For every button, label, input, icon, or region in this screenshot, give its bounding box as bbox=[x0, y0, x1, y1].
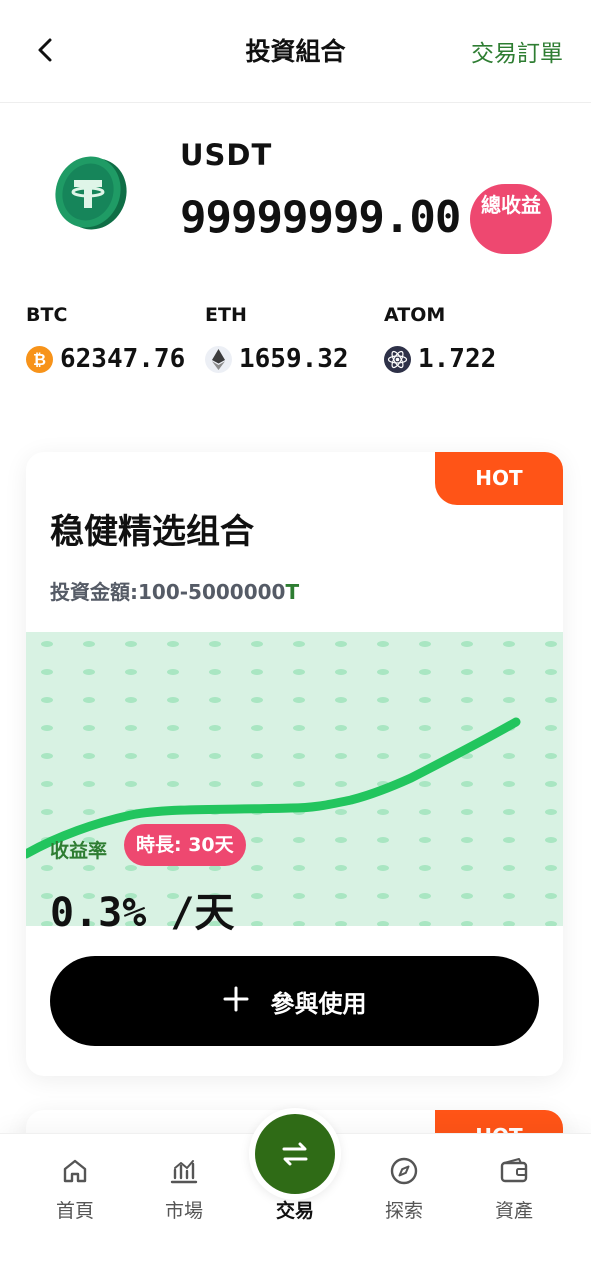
total-profit-button[interactable]: 總收益 bbox=[470, 184, 552, 254]
cosmos-icon bbox=[384, 345, 411, 373]
balance-currency: USDT bbox=[180, 138, 273, 172]
amount-unit: T bbox=[285, 580, 300, 604]
ticker-atom: ATOM 1.722 bbox=[384, 304, 496, 374]
amount-label: 投資金額: bbox=[50, 580, 138, 604]
plus-icon bbox=[223, 983, 249, 1019]
plan-name: 稳健精选组合 bbox=[50, 512, 254, 552]
nav-item-explore[interactable]: 探索 bbox=[364, 1156, 444, 1223]
orders-link[interactable]: 交易訂單 bbox=[471, 34, 563, 68]
ticker-price: 62347.76 bbox=[60, 344, 186, 374]
nav-label: 交易 bbox=[275, 1200, 314, 1222]
trade-button[interactable] bbox=[249, 1108, 341, 1200]
tether-coin-icon bbox=[48, 150, 132, 234]
amount-range: 100-5000000 bbox=[138, 580, 286, 604]
svg-text:₿: ₿ bbox=[33, 350, 46, 369]
ticker-price: 1.722 bbox=[418, 344, 497, 374]
market-chart-icon bbox=[170, 1160, 198, 1184]
nav-label: 首頁 bbox=[55, 1200, 94, 1222]
compass-icon bbox=[390, 1157, 418, 1185]
duration-badge: 時長: 30天 bbox=[124, 824, 246, 866]
wallet-icon bbox=[500, 1158, 528, 1183]
ticker-symbol: ETH bbox=[205, 304, 247, 326]
ticker-eth: ETH 1659.32 bbox=[205, 304, 349, 374]
yield-rate-value: 0.3% /天 bbox=[50, 890, 235, 936]
investment-amount: 投資金額:100-5000000T bbox=[50, 576, 299, 605]
join-button-label: 參與使用 bbox=[270, 989, 367, 1018]
nav-item-home[interactable]: 首頁 bbox=[35, 1156, 115, 1223]
ticker-btc: BTC ₿ 62347.76 bbox=[26, 304, 185, 374]
nav-label: 資產 bbox=[494, 1200, 533, 1222]
nav-label: 探索 bbox=[384, 1200, 423, 1222]
ethereum-icon bbox=[205, 345, 232, 373]
ticker-price: 1659.32 bbox=[239, 344, 349, 374]
nav-item-assets[interactable]: 資產 bbox=[474, 1156, 554, 1223]
ticker-symbol: ATOM bbox=[384, 304, 446, 326]
swap-arrows-icon[interactable] bbox=[255, 1114, 335, 1194]
yield-rate-label: 收益率 bbox=[50, 840, 108, 862]
hot-badge: HOT bbox=[435, 452, 563, 505]
nav-label: 市場 bbox=[164, 1200, 203, 1222]
header: 投資組合 交易訂單 bbox=[0, 0, 591, 103]
balance-amount: 99999999.00 bbox=[180, 192, 461, 243]
home-icon bbox=[63, 1159, 87, 1183]
nav-item-market[interactable]: 市場 bbox=[144, 1156, 224, 1223]
plan-card[interactable]: HOT 稳健精选组合 投資金額:100-5000000T 收益率 時長: 30天… bbox=[26, 452, 563, 1076]
ticker-symbol: BTC bbox=[26, 304, 68, 326]
join-button[interactable]: 參與使用 bbox=[50, 956, 539, 1046]
bitcoin-icon: ₿ bbox=[26, 345, 53, 373]
